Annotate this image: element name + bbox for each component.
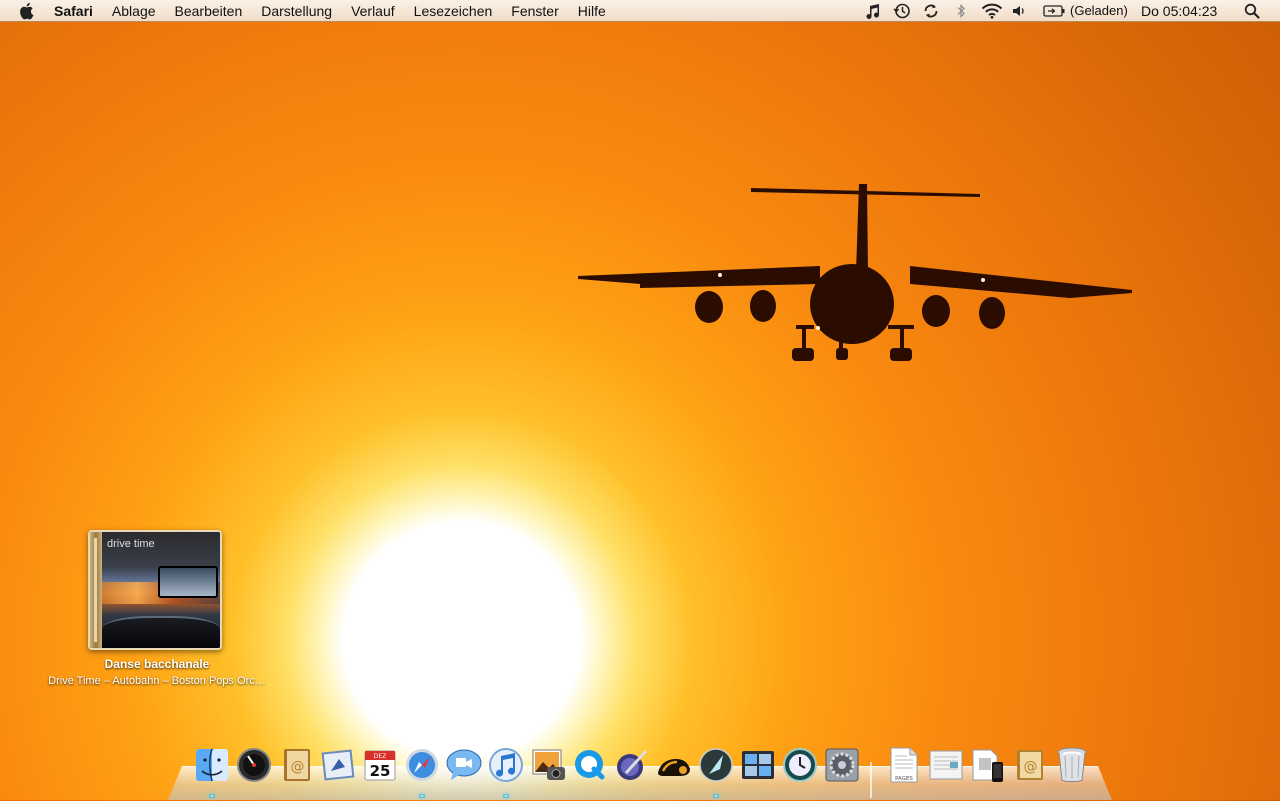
ical-month-label: DEZ bbox=[374, 753, 387, 760]
spotlight-icon[interactable] bbox=[1243, 2, 1261, 20]
iweb-icon[interactable] bbox=[612, 744, 652, 786]
skype-icon[interactable] bbox=[696, 744, 736, 798]
menu-bar: Safari Ablage Bearbeiten Darstellung Ver… bbox=[0, 0, 1280, 22]
menu-fenster[interactable]: Fenster bbox=[511, 0, 558, 22]
battery-status-text[interactable]: (Geladen) bbox=[1070, 0, 1128, 22]
menu-clock[interactable]: Do 05:04:23 bbox=[1141, 0, 1217, 22]
dock-separator bbox=[870, 762, 872, 798]
address-book-icon[interactable]: @ bbox=[276, 744, 316, 786]
menu-app-safari[interactable]: Safari bbox=[54, 0, 93, 22]
airplane-silhouette bbox=[578, 184, 1132, 361]
album-cover-image: drive time bbox=[102, 532, 220, 648]
mail-icon[interactable] bbox=[318, 744, 358, 786]
volume-icon[interactable] bbox=[1010, 2, 1028, 20]
safari-icon[interactable] bbox=[402, 744, 442, 798]
pages-label: PAGES bbox=[895, 776, 913, 782]
menu-verlauf[interactable]: Verlauf bbox=[351, 0, 395, 22]
track-title: Danse bacchanale bbox=[104, 657, 210, 671]
apple-menu-icon[interactable] bbox=[18, 2, 34, 20]
ichat-icon[interactable] bbox=[444, 744, 484, 786]
itunes-icon[interactable] bbox=[486, 744, 526, 798]
itunes-note-icon[interactable] bbox=[864, 2, 882, 20]
iphone-stack-icon[interactable] bbox=[968, 744, 1008, 786]
svg-text:@: @ bbox=[291, 759, 305, 775]
quicktime-icon[interactable] bbox=[570, 744, 610, 786]
battery-icon[interactable] bbox=[1042, 2, 1066, 20]
wifi-icon[interactable] bbox=[980, 2, 1004, 20]
sync-icon[interactable] bbox=[921, 2, 941, 20]
svg-text:@: @ bbox=[1024, 759, 1038, 775]
menu-ablage[interactable]: Ablage bbox=[112, 0, 156, 22]
time-machine-dock-icon[interactable] bbox=[780, 744, 820, 786]
front-row-icon[interactable] bbox=[654, 744, 694, 786]
trash-icon[interactable] bbox=[1052, 744, 1092, 786]
pages-document-icon[interactable]: PAGES bbox=[884, 744, 924, 786]
album-art-title: drive time bbox=[107, 538, 155, 550]
finder-icon[interactable] bbox=[192, 744, 232, 798]
album-spine bbox=[90, 532, 102, 648]
iphoto-icon[interactable] bbox=[528, 744, 568, 786]
track-details: Drive Time – Autobahn – Boston Pops Orc… bbox=[48, 675, 266, 687]
menu-bearbeiten[interactable]: Bearbeiten bbox=[175, 0, 243, 22]
document-icon[interactable] bbox=[926, 744, 966, 786]
system-preferences-icon[interactable] bbox=[822, 744, 862, 786]
address-card-icon[interactable]: @ bbox=[1010, 744, 1050, 786]
ical-icon[interactable]: DEZ 25 bbox=[360, 744, 400, 786]
spaces-icon[interactable] bbox=[738, 744, 778, 786]
album-artwork[interactable]: drive time bbox=[88, 530, 222, 650]
menu-lesezeichen[interactable]: Lesezeichen bbox=[414, 0, 493, 22]
dashboard-icon[interactable] bbox=[234, 744, 274, 786]
menu-darstellung[interactable]: Darstellung bbox=[261, 0, 332, 22]
time-machine-icon[interactable] bbox=[892, 2, 912, 20]
menu-hilfe[interactable]: Hilfe bbox=[578, 0, 606, 22]
bluetooth-icon[interactable] bbox=[954, 2, 968, 20]
ical-date-label: 25 bbox=[370, 762, 391, 780]
